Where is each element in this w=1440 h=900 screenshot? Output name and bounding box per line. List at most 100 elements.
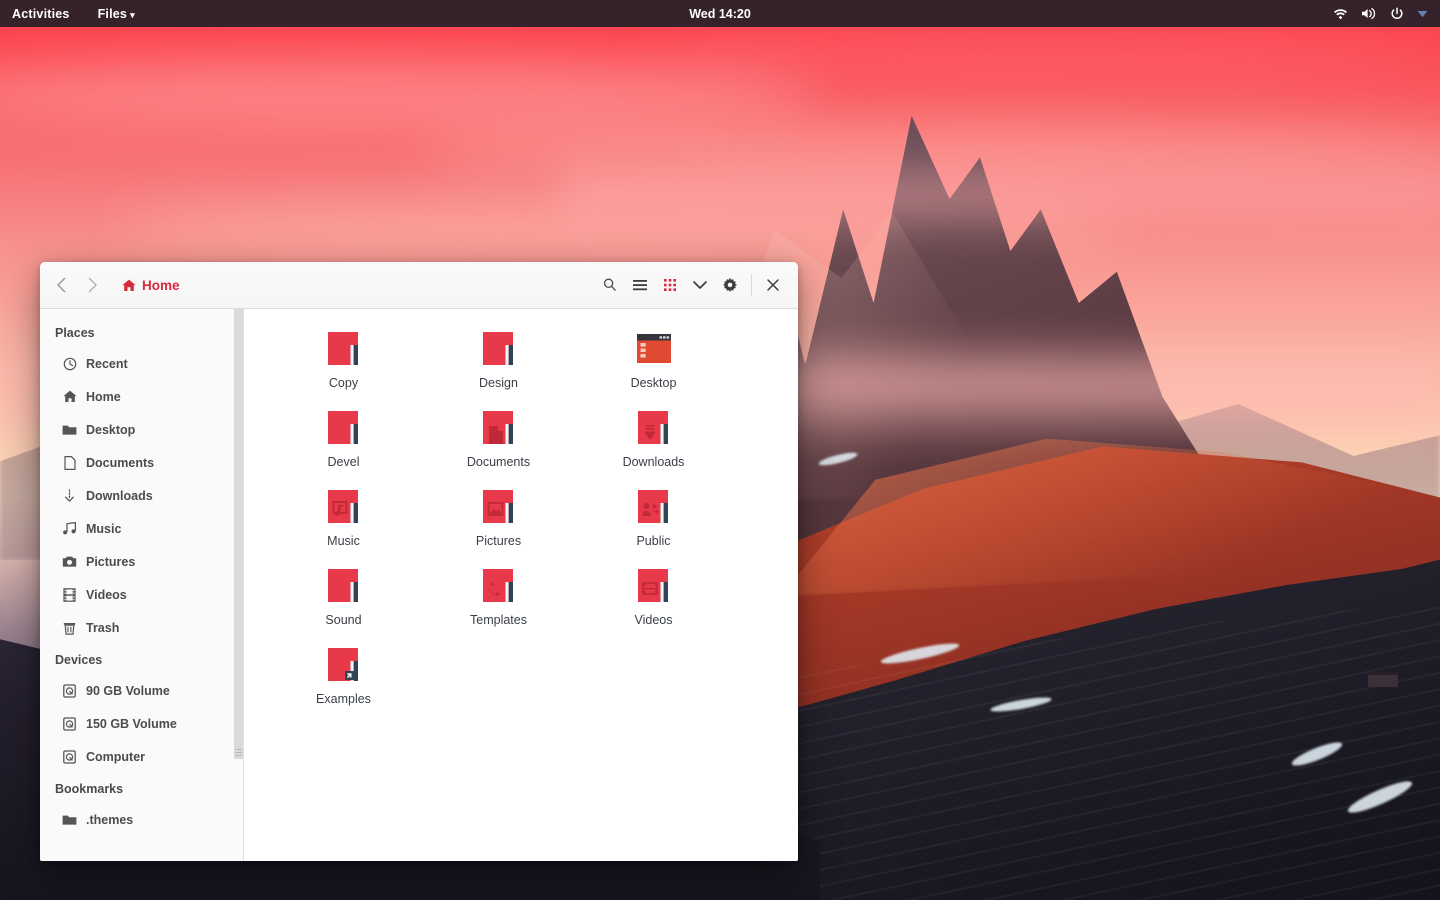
sidebar-item-videos[interactable]: Videos bbox=[40, 578, 243, 611]
folder-public-icon bbox=[634, 487, 674, 529]
forward-button[interactable] bbox=[83, 276, 101, 294]
grid-dots-icon bbox=[664, 279, 676, 291]
breadcrumb-home[interactable]: Home bbox=[122, 278, 180, 293]
chevron-down-icon: ▾ bbox=[130, 9, 135, 20]
file-item-label: Examples bbox=[316, 692, 371, 706]
app-menu-button[interactable]: Files ▾ bbox=[98, 7, 135, 21]
folder-documents-icon bbox=[479, 408, 519, 450]
sidebar-item-themes[interactable]: .themes bbox=[40, 803, 243, 836]
volume-icon[interactable] bbox=[1361, 7, 1377, 20]
view-options-button[interactable] bbox=[685, 270, 715, 300]
search-icon bbox=[603, 278, 616, 291]
download-icon bbox=[62, 488, 77, 503]
files-window: Home Places Recent Home Desktop Document… bbox=[40, 262, 798, 861]
sidebar-item-label: 90 GB Volume bbox=[86, 683, 170, 698]
file-grid: Copy Design Desktop Devel Documents Down… bbox=[266, 327, 776, 722]
document-icon bbox=[62, 455, 77, 470]
sidebar-item-pictures[interactable]: Pictures bbox=[40, 545, 243, 578]
sky-cloud-band bbox=[650, 30, 1440, 80]
file-item-music[interactable]: Music bbox=[266, 485, 421, 564]
drive-icon bbox=[62, 683, 77, 698]
close-button[interactable] bbox=[758, 270, 788, 300]
file-item-label: Pictures bbox=[475, 534, 522, 548]
folder-templates-icon bbox=[479, 566, 519, 608]
chevron-left-icon bbox=[56, 277, 65, 293]
back-button[interactable] bbox=[52, 276, 70, 294]
system-menu-caret-icon[interactable] bbox=[1417, 10, 1428, 18]
file-item-devel[interactable]: Devel bbox=[266, 406, 421, 485]
sidebar-heading-places: Places bbox=[55, 326, 95, 340]
folder-icon bbox=[62, 812, 77, 827]
sidebar-item-home[interactable]: Home bbox=[40, 380, 243, 413]
trash-icon bbox=[62, 620, 77, 635]
sidebar-item-downloads[interactable]: Downloads bbox=[40, 479, 243, 512]
file-item-desktop[interactable]: Desktop bbox=[576, 327, 731, 406]
sky-cloud-band bbox=[0, 60, 820, 130]
gnome-top-bar: Activities Files ▾ Wed 14:20 bbox=[0, 0, 1440, 27]
folder-icon bbox=[62, 422, 77, 437]
sidebar-item-label: Home bbox=[86, 389, 121, 404]
folder-videos-icon bbox=[634, 566, 674, 608]
grid-view-button[interactable] bbox=[655, 270, 685, 300]
close-icon bbox=[767, 279, 779, 291]
wifi-icon[interactable] bbox=[1333, 7, 1348, 20]
file-item-public[interactable]: Public bbox=[576, 485, 731, 564]
folder-symlink-icon bbox=[324, 645, 364, 687]
sidebar-heading-bookmarks: Bookmarks bbox=[55, 782, 124, 796]
search-button[interactable] bbox=[595, 270, 625, 300]
file-item-label: Desktop bbox=[630, 376, 677, 390]
app-menu-label: Files bbox=[97, 6, 128, 21]
file-item-label: Templates bbox=[470, 613, 527, 627]
hamburger-list-icon bbox=[633, 280, 647, 291]
file-item-templates[interactable]: Templates bbox=[421, 564, 576, 643]
places-sidebar: Places Recent Home Desktop Documents Dow… bbox=[40, 309, 244, 861]
sidebar-item-computer[interactable]: Computer bbox=[40, 740, 243, 773]
window-body: Places Recent Home Desktop Documents Dow… bbox=[40, 309, 798, 861]
file-item-examples[interactable]: Examples bbox=[266, 643, 421, 722]
sidebar-scrollbar[interactable] bbox=[234, 309, 243, 759]
breadcrumb-label: Home bbox=[142, 277, 180, 293]
sidebar-item-label: Recent bbox=[86, 356, 128, 371]
file-item-label: Downloads bbox=[622, 455, 685, 469]
sidebar-item-label: Documents bbox=[86, 455, 155, 470]
file-item-pictures[interactable]: Pictures bbox=[421, 485, 576, 564]
folder-downloads-icon bbox=[634, 408, 674, 450]
clock-button[interactable]: Wed 14:20 bbox=[0, 7, 1440, 21]
sidebar-item-label: .themes bbox=[86, 812, 134, 827]
sidebar-item-label: Music bbox=[86, 521, 122, 536]
window-headerbar: Home bbox=[40, 262, 798, 309]
folder-plain-icon bbox=[324, 329, 364, 371]
folder-plain-icon bbox=[324, 566, 364, 608]
sidebar-item-trash[interactable]: Trash bbox=[40, 611, 243, 644]
sidebar-scrollbar-grip[interactable] bbox=[235, 749, 242, 758]
sidebar-item-label: Videos bbox=[86, 587, 127, 602]
sidebar-item-label: Pictures bbox=[86, 554, 136, 569]
file-item-copy[interactable]: Copy bbox=[266, 327, 421, 406]
file-item-label: Devel bbox=[327, 455, 360, 469]
settings-button[interactable] bbox=[715, 270, 745, 300]
mountain-mist-upper bbox=[560, 150, 1440, 240]
file-item-sound[interactable]: Sound bbox=[266, 564, 421, 643]
list-view-button[interactable] bbox=[625, 270, 655, 300]
film-icon bbox=[62, 587, 77, 602]
sidebar-item-documents[interactable]: Documents bbox=[40, 446, 243, 479]
toolbar-divider bbox=[751, 274, 752, 296]
sidebar-item-volume-90gb[interactable]: 90 GB Volume bbox=[40, 674, 243, 707]
activities-button[interactable]: Activities bbox=[12, 7, 70, 21]
folder-pictures-icon bbox=[479, 487, 519, 529]
file-item-design[interactable]: Design bbox=[421, 327, 576, 406]
drive-icon bbox=[62, 749, 77, 764]
folder-desktop-window-icon bbox=[634, 329, 674, 371]
file-item-downloads[interactable]: Downloads bbox=[576, 406, 731, 485]
sidebar-item-music[interactable]: Music bbox=[40, 512, 243, 545]
power-icon[interactable] bbox=[1390, 7, 1404, 21]
sidebar-item-recent[interactable]: Recent bbox=[40, 347, 243, 380]
sidebar-heading-devices: Devices bbox=[55, 653, 103, 667]
file-item-videos[interactable]: Videos bbox=[576, 564, 731, 643]
sidebar-item-volume-150gb[interactable]: 150 GB Volume bbox=[40, 707, 243, 740]
sidebar-item-desktop[interactable]: Desktop bbox=[40, 413, 243, 446]
drive-icon bbox=[62, 716, 77, 731]
file-item-documents[interactable]: Documents bbox=[421, 406, 576, 485]
file-grid-area: Copy Design Desktop Devel Documents Down… bbox=[244, 309, 798, 861]
file-item-label: Music bbox=[327, 534, 360, 548]
